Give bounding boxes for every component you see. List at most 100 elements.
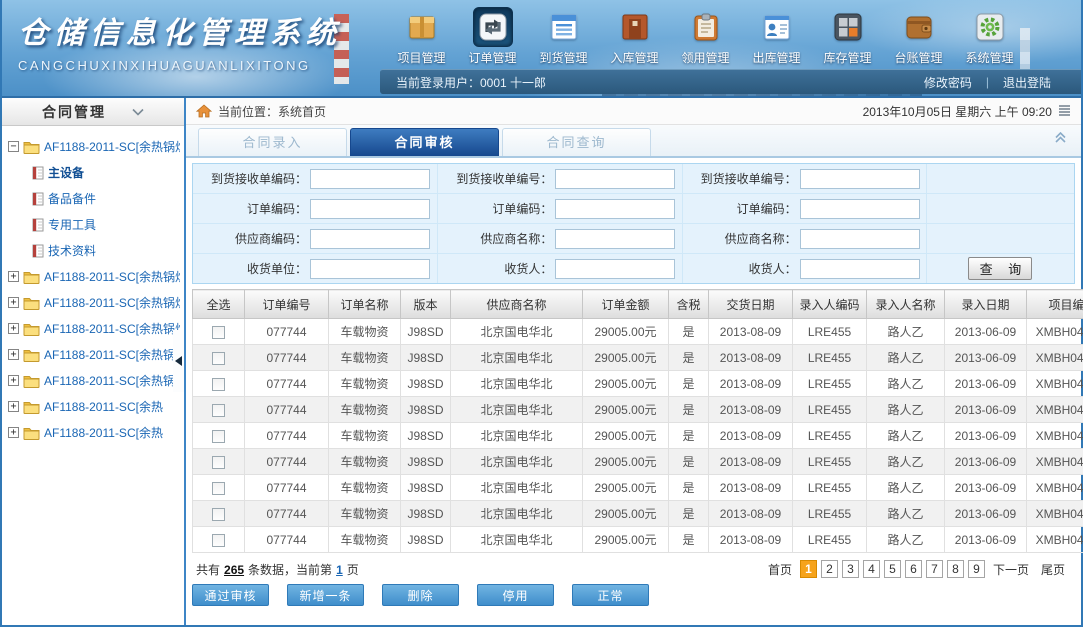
table-row-4: 077744车载物资J98SD北京国电华北29005.00元是2013-08-0… [193,423,1083,449]
table-cell: 路人乙 [867,527,945,553]
expand-toggle-icon[interactable]: + [8,375,19,386]
sidebar-collapse-handle[interactable] [173,330,184,392]
row-checkbox[interactable] [212,326,225,339]
search-button-cell-2 [926,224,1074,253]
table-cell: J98SD [401,371,451,397]
expand-toggle-icon[interactable]: + [8,297,19,308]
search-input-2-0[interactable] [310,229,430,249]
action-button-0[interactable]: 通过审核 [192,584,269,606]
pagination-page-9[interactable]: 9 [968,560,985,578]
list-document-icon [544,7,584,47]
calendar-lines-icon[interactable] [1058,104,1071,119]
tree-node-1[interactable]: +AF1188-2011-SC[余热锅炉 [8,268,180,285]
tab-2[interactable]: 合同查询 [502,128,651,156]
tab-1[interactable]: 合同审核 [350,128,499,156]
pagination-page-6[interactable]: 6 [905,560,922,578]
tree-node-3[interactable]: +AF1188-2011-SC[余热锅炉 [8,320,180,337]
table-row-5: 077744车载物资J98SD北京国电华北29005.00元是2013-08-0… [193,449,1083,475]
nav-item-0[interactable]: 项目管理 [386,7,457,66]
datetime-area: 2013年10月05日 星期六 上午 09:20 [863,103,1071,120]
search-input-1-2[interactable] [800,199,920,219]
row-checkbox[interactable] [212,534,225,547]
column-header-0: 全选 [193,290,245,319]
column-header-10: 录入日期 [945,290,1027,319]
search-input-0-0[interactable] [310,169,430,189]
pagination-page-2[interactable]: 2 [821,560,838,578]
expand-toggle-icon[interactable]: + [8,349,19,360]
collapse-toggle-icon[interactable]: − [8,141,19,152]
nav-item-4[interactable]: 领用管理 [670,7,741,66]
nav-item-3[interactable]: 入库管理 [599,7,670,66]
pagination-page-7[interactable]: 7 [926,560,943,578]
action-button-1[interactable]: 新增一条 [287,584,364,606]
search-input-1-0[interactable] [310,199,430,219]
sidebar-header[interactable]: 合同管理 [2,98,184,126]
table-cell: 路人乙 [867,475,945,501]
table-cell: 077744 [245,449,329,475]
search-input-3-2[interactable] [800,259,920,279]
pagination-page-3[interactable]: 3 [842,560,859,578]
nav-item-1[interactable]: 订单管理 [457,7,528,66]
tree-child-0-0[interactable]: 主设备 [32,164,180,181]
nav-item-6[interactable]: 库存管理 [812,7,883,66]
action-button-4[interactable]: 正常 [572,584,649,606]
expand-toggle-icon[interactable]: + [8,401,19,412]
table-cell: 是 [669,319,709,345]
pagination-page-4[interactable]: 4 [863,560,880,578]
document-icon [32,166,44,180]
search-field-label: 订单编码： [440,200,552,217]
search-field-label: 供应商编码： [195,230,307,247]
search-input-3-0[interactable] [310,259,430,279]
nav-item-2[interactable]: 到货管理 [528,7,599,66]
row-checkbox[interactable] [212,352,225,365]
document-icon [32,192,44,206]
tree-node-6[interactable]: +AF1188-2011-SC[余热 [8,398,180,415]
search-input-3-1[interactable] [555,259,675,279]
tab-0[interactable]: 合同录入 [198,128,347,156]
expand-toggle-icon[interactable]: + [8,323,19,334]
row-checkbox[interactable] [212,404,225,417]
tree-node-0[interactable]: −AF1188-2011-SC[余热锅炉岛 [8,138,180,155]
table-footer: 共有265条数据，当前第1页 首页123456789下一页尾页 [186,553,1081,583]
search-input-2-1[interactable] [555,229,675,249]
tree-node-4[interactable]: +AF1188-2011-SC[余热锅 [8,346,180,363]
expand-toggle-icon[interactable]: + [8,271,19,282]
row-checkbox[interactable] [212,456,225,469]
nav-item-5[interactable]: 出库管理 [741,7,812,66]
row-checkbox[interactable] [212,430,225,443]
row-checkbox[interactable] [212,508,225,521]
table-cell: 2013-08-09 [709,345,793,371]
tree-child-0-2[interactable]: 专用工具 [32,216,180,233]
nav-item-8[interactable]: 系统管理 [954,7,1025,66]
search-input-2-2[interactable] [800,229,920,249]
tree-node-5[interactable]: +AF1188-2011-SC[余热锅 [8,372,180,389]
pagination-first[interactable]: 首页 [768,561,792,578]
search-input-0-2[interactable] [800,169,920,189]
tree-child-0-3[interactable]: 技术资料 [32,242,180,259]
cabinet-icon [615,7,655,47]
logout-link[interactable]: 退出登陆 [1003,74,1051,91]
nav-item-7[interactable]: 台账管理 [883,7,954,66]
pagination-page-8[interactable]: 8 [947,560,964,578]
search-input-0-1[interactable] [555,169,675,189]
table-cell: LRE455 [793,345,867,371]
query-button[interactable]: 查 询 [968,257,1032,280]
expand-toggle-icon[interactable]: + [8,427,19,438]
pagination-last[interactable]: 尾页 [1041,561,1065,578]
row-checkbox[interactable] [212,482,225,495]
row-checkbox[interactable] [212,378,225,391]
pagination-page-5[interactable]: 5 [884,560,901,578]
pagination-next[interactable]: 下一页 [993,561,1029,578]
action-button-3[interactable]: 停用 [477,584,554,606]
tree-node-7[interactable]: +AF1188-2011-SC[余热 [8,424,180,441]
tree-node-2[interactable]: +AF1188-2011-SC[余热锅炉 [8,294,180,311]
table-cell: XMBH047511 [1027,371,1083,397]
tree-child-0-1[interactable]: 备品备件 [32,190,180,207]
change-password-link[interactable]: 修改密码 [924,74,972,91]
current-user-label: 当前登录用户：0001 十一郎 [396,74,546,91]
panel-collapse-icon[interactable] [1054,130,1067,148]
table-cell: 2013-08-09 [709,449,793,475]
search-input-1-1[interactable] [555,199,675,219]
action-button-2[interactable]: 删除 [382,584,459,606]
pagination-page-1[interactable]: 1 [800,560,817,578]
